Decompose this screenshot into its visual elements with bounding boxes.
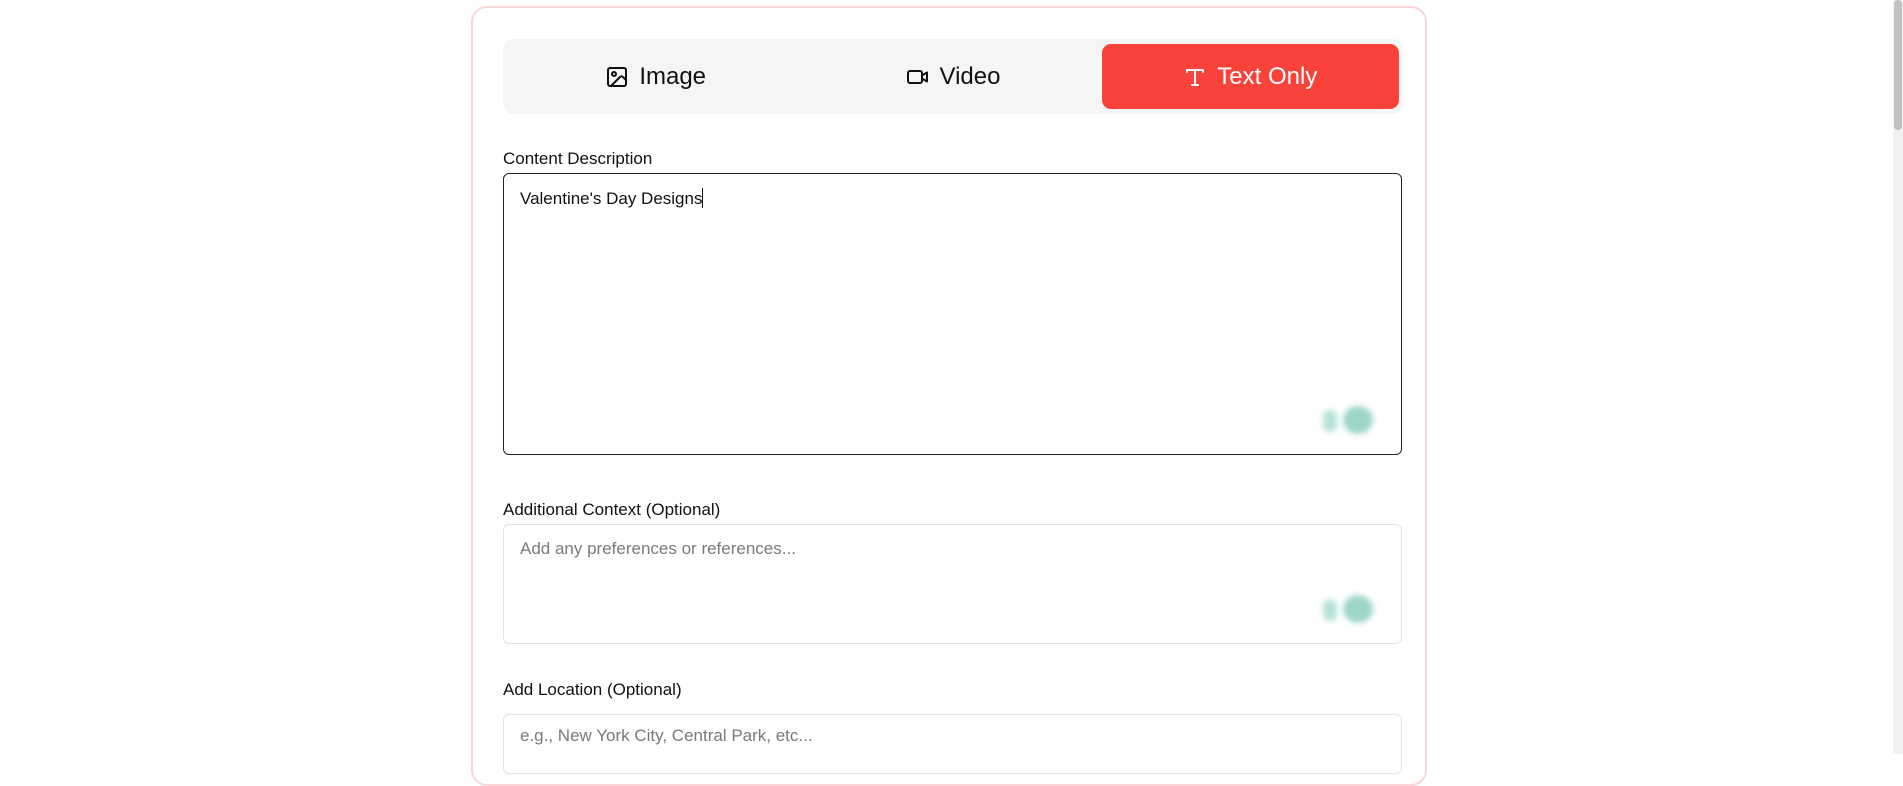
text-caret bbox=[702, 188, 704, 208]
location-input[interactable]: e.g., New York City, Central Park, etc..… bbox=[503, 714, 1402, 774]
text-icon bbox=[1183, 65, 1207, 89]
content-description-value: Valentine's Day Designs bbox=[520, 188, 704, 208]
additional-context-label: Additional Context (Optional) bbox=[503, 500, 721, 519]
create-content-card: Image Video Text Only Content Descriptio… bbox=[471, 6, 1427, 786]
media-type-tabs: Image Video Text Only bbox=[503, 39, 1403, 114]
tab-image[interactable]: Image bbox=[507, 44, 804, 109]
grammar-assistant-icon[interactable] bbox=[1319, 404, 1379, 436]
grammar-assistant-icon[interactable] bbox=[1319, 593, 1379, 625]
tab-text-only-label: Text Only bbox=[1217, 62, 1318, 90]
location-label: Add Location (Optional) bbox=[503, 680, 682, 699]
tab-video-label: Video bbox=[939, 62, 1001, 90]
tab-image-label: Image bbox=[639, 62, 707, 90]
additional-context-placeholder: Add any preferences or references... bbox=[520, 539, 796, 558]
content-description-label: Content Description bbox=[503, 149, 653, 168]
image-icon bbox=[605, 65, 629, 89]
content-description-textarea[interactable]: Valentine's Day Designs bbox=[503, 173, 1402, 455]
location-placeholder: e.g., New York City, Central Park, etc..… bbox=[520, 726, 813, 745]
tab-video[interactable]: Video bbox=[804, 44, 1101, 109]
tab-text-only[interactable]: Text Only bbox=[1101, 44, 1399, 109]
scrollbar-thumb[interactable] bbox=[1894, 0, 1902, 130]
additional-context-textarea[interactable]: Add any preferences or references... bbox=[503, 524, 1402, 644]
page-scrollbar[interactable] bbox=[1893, 0, 1903, 754]
video-icon bbox=[906, 65, 930, 89]
